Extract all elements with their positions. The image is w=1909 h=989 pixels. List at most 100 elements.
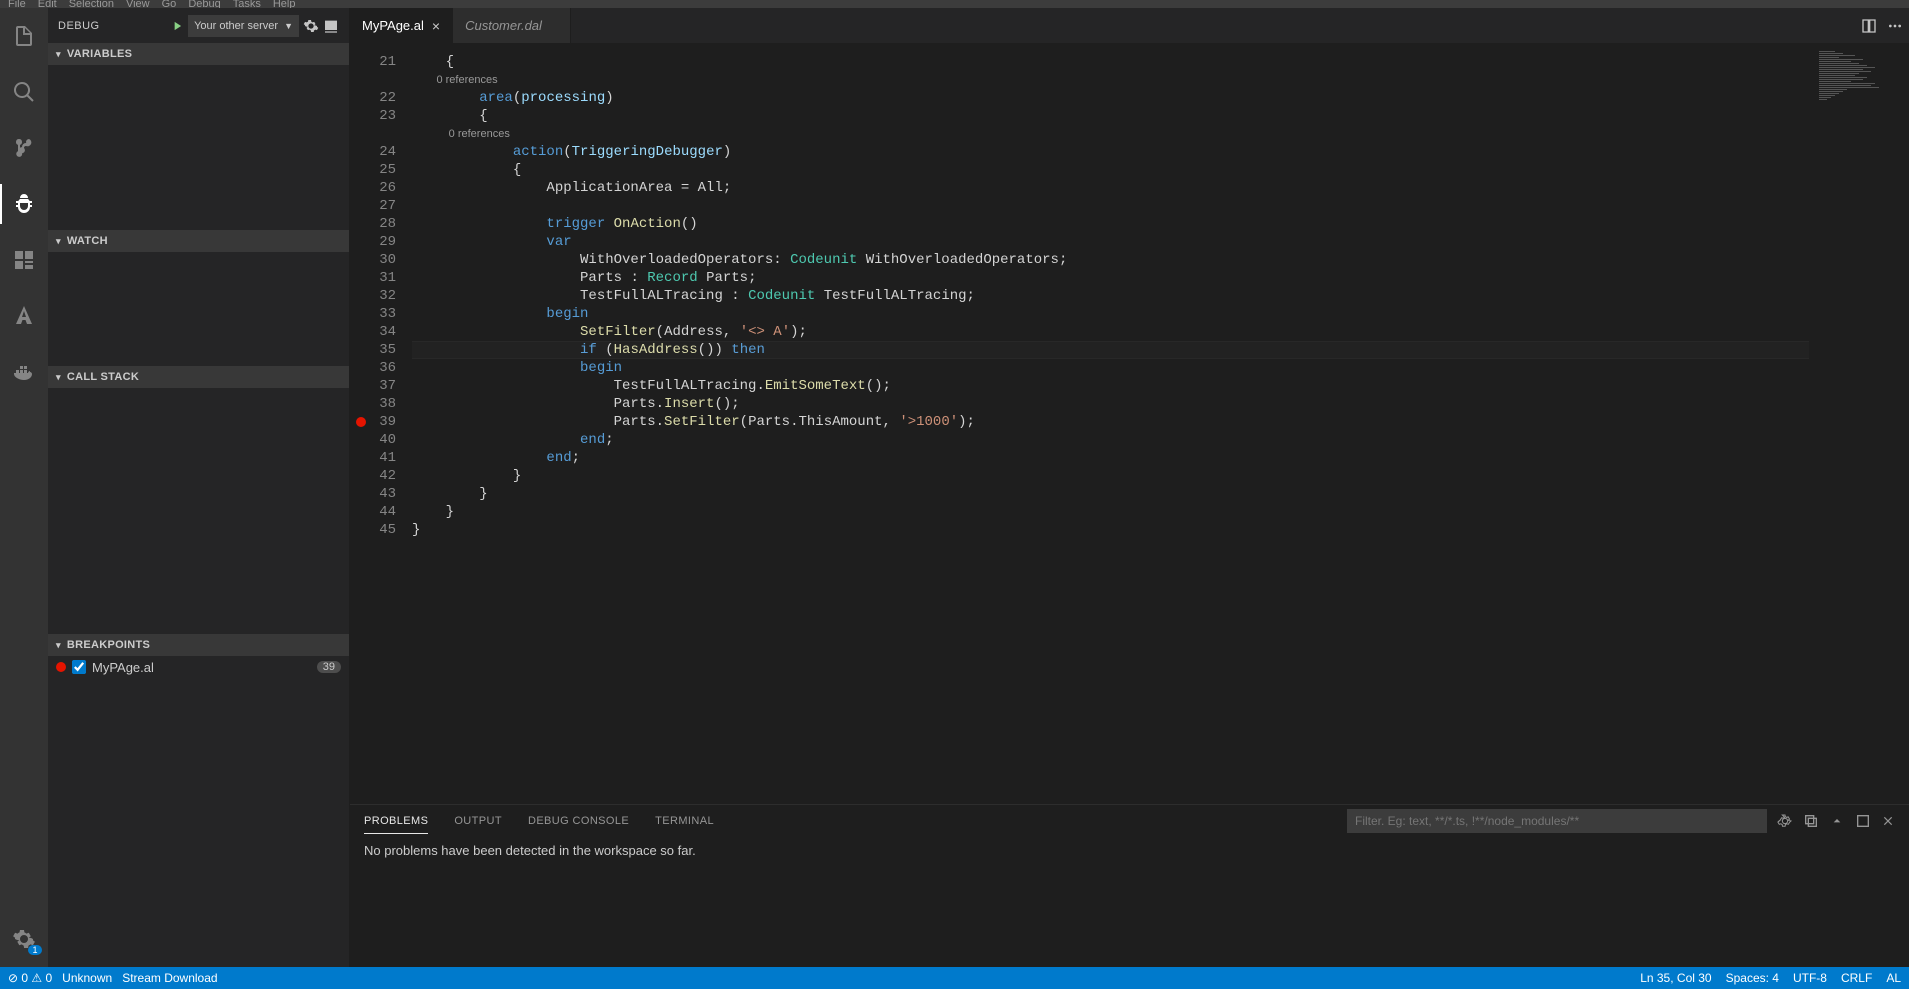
menu-edit[interactable]: Edit — [38, 0, 57, 8]
status-problems[interactable]: ⊘ 0 ⚠ 0 — [8, 971, 52, 985]
line-number[interactable]: 26 — [350, 179, 396, 197]
code-line[interactable]: area(processing) — [412, 89, 1909, 107]
code-line[interactable]: { — [412, 161, 1909, 179]
menu-help[interactable]: Help — [273, 0, 296, 8]
code-line[interactable]: TestFullALTracing : Codeunit TestFullALT… — [412, 287, 1909, 305]
line-number[interactable]: 37 — [350, 377, 396, 395]
breakpoint-row[interactable]: MyPAge.al 39 — [48, 656, 349, 678]
line-number[interactable]: 39 — [350, 413, 396, 431]
activity-settings[interactable]: 1 — [0, 919, 48, 959]
status-indent[interactable]: Spaces: 4 — [1726, 971, 1779, 985]
code-line[interactable]: Parts : Record Parts; — [412, 269, 1909, 287]
code-line[interactable]: end; — [412, 431, 1909, 449]
menu-tasks[interactable]: Tasks — [233, 0, 261, 8]
code-line[interactable]: Parts.SetFilter(Parts.ThisAmount, '>1000… — [412, 413, 1909, 431]
activity-explorer[interactable] — [0, 16, 48, 56]
line-number[interactable]: 29 — [350, 233, 396, 251]
activity-docker[interactable] — [0, 352, 48, 392]
code-line[interactable]: action(TriggeringDebugger) — [412, 143, 1909, 161]
editor-code[interactable]: { 0 references area(processing) { 0 refe… — [412, 43, 1909, 804]
editor-gutter[interactable]: 21 2223 24252627282930313233343536373839… — [350, 43, 412, 804]
breakpoint-glyph-icon[interactable] — [356, 417, 366, 427]
code-line[interactable]: } — [412, 521, 1909, 539]
code-line[interactable]: begin — [412, 359, 1909, 377]
panel-tab-problems[interactable]: PROBLEMS — [364, 809, 428, 834]
codelens[interactable]: 0 references — [412, 125, 1909, 143]
activity-extensions[interactable] — [0, 240, 48, 280]
line-number[interactable]: 22 — [350, 89, 396, 107]
code-line[interactable]: end; — [412, 449, 1909, 467]
problems-filter-input[interactable] — [1347, 809, 1767, 833]
code-line[interactable]: var — [412, 233, 1909, 251]
line-number[interactable]: 34 — [350, 323, 396, 341]
codelens[interactable]: 0 references — [412, 71, 1909, 89]
status-item[interactable]: Stream Download — [122, 971, 217, 985]
panel-close-button[interactable] — [1881, 814, 1895, 828]
minimap[interactable] — [1809, 43, 1909, 804]
code-line[interactable]: } — [412, 503, 1909, 521]
status-encoding[interactable]: UTF-8 — [1793, 971, 1827, 985]
section-breakpoints[interactable]: ▾ BREAKPOINTS — [48, 634, 349, 656]
line-number[interactable]: 45 — [350, 521, 396, 539]
code-line[interactable]: SetFilter(Address, '<> A'); — [412, 323, 1909, 341]
start-debug-button[interactable] — [170, 19, 184, 33]
panel-tab-output[interactable]: OUTPUT — [454, 809, 502, 833]
debug-config-select[interactable]: Your other server ▼ — [188, 15, 299, 37]
panel-tab-terminal[interactable]: TERMINAL — [655, 809, 714, 833]
panel-maximize-button[interactable] — [1855, 813, 1871, 829]
code-line[interactable]: if (HasAddress()) then — [412, 341, 1909, 359]
code-line[interactable]: begin — [412, 305, 1909, 323]
status-item[interactable]: Unknown — [62, 971, 112, 985]
code-line[interactable]: ApplicationArea = All; — [412, 179, 1909, 197]
line-number[interactable]: 40 — [350, 431, 396, 449]
line-number[interactable]: 32 — [350, 287, 396, 305]
line-number[interactable]: 25 — [350, 161, 396, 179]
code-line[interactable]: } — [412, 467, 1909, 485]
more-actions-button[interactable] — [1887, 18, 1903, 34]
activity-scm[interactable] — [0, 128, 48, 168]
section-callstack[interactable]: ▾ CALL STACK — [48, 366, 349, 388]
line-number[interactable]: 43 — [350, 485, 396, 503]
debug-console-button[interactable] — [323, 18, 339, 34]
code-line[interactable]: trigger OnAction() — [412, 215, 1909, 233]
panel-tab-debug-console[interactable]: DEBUG CONSOLE — [528, 809, 629, 833]
menu-bar[interactable]: File Edit Selection View Go Debug Tasks … — [0, 0, 1909, 8]
line-number[interactable]: 24 — [350, 143, 396, 161]
menu-go[interactable]: Go — [162, 0, 177, 8]
line-number[interactable]: 21 — [350, 53, 396, 71]
line-number[interactable]: 33 — [350, 305, 396, 323]
debug-configure-button[interactable] — [303, 18, 319, 34]
collapse-button[interactable] — [1803, 813, 1819, 829]
status-cursor[interactable]: Ln 35, Col 30 — [1640, 971, 1711, 985]
tab-mypage[interactable]: MyPAge.al × — [350, 8, 453, 43]
code-line[interactable]: WithOverloadedOperators: Codeunit WithOv… — [412, 251, 1909, 269]
tab-customer[interactable]: Customer.dal × — [453, 8, 571, 43]
code-line[interactable]: { — [412, 107, 1909, 125]
code-line[interactable]: } — [412, 485, 1909, 503]
filter-settings-button[interactable] — [1777, 813, 1793, 829]
line-number[interactable]: 36 — [350, 359, 396, 377]
line-number[interactable]: 42 — [350, 467, 396, 485]
breakpoint-checkbox[interactable] — [72, 660, 86, 674]
line-number[interactable]: 30 — [350, 251, 396, 269]
close-icon[interactable]: × — [432, 18, 440, 34]
activity-search[interactable] — [0, 72, 48, 112]
section-watch[interactable]: ▾ WATCH — [48, 230, 349, 252]
line-number[interactable]: 41 — [350, 449, 396, 467]
status-language[interactable]: AL — [1886, 971, 1901, 985]
section-variables[interactable]: ▾ VARIABLES — [48, 43, 349, 65]
line-number[interactable]: 31 — [350, 269, 396, 287]
code-line[interactable]: { — [412, 53, 1909, 71]
menu-selection[interactable]: Selection — [69, 0, 114, 8]
line-number[interactable]: 27 — [350, 197, 396, 215]
line-number[interactable]: 23 — [350, 107, 396, 125]
menu-view[interactable]: View — [126, 0, 150, 8]
menu-file[interactable]: File — [8, 0, 26, 8]
activity-azure[interactable] — [0, 296, 48, 336]
line-number[interactable]: 38 — [350, 395, 396, 413]
line-number[interactable]: 44 — [350, 503, 396, 521]
line-number[interactable]: 35 — [350, 341, 396, 359]
code-line[interactable]: TestFullALTracing.EmitSomeText(); — [412, 377, 1909, 395]
panel-up-button[interactable] — [1829, 813, 1845, 829]
split-editor-button[interactable] — [1861, 18, 1877, 34]
